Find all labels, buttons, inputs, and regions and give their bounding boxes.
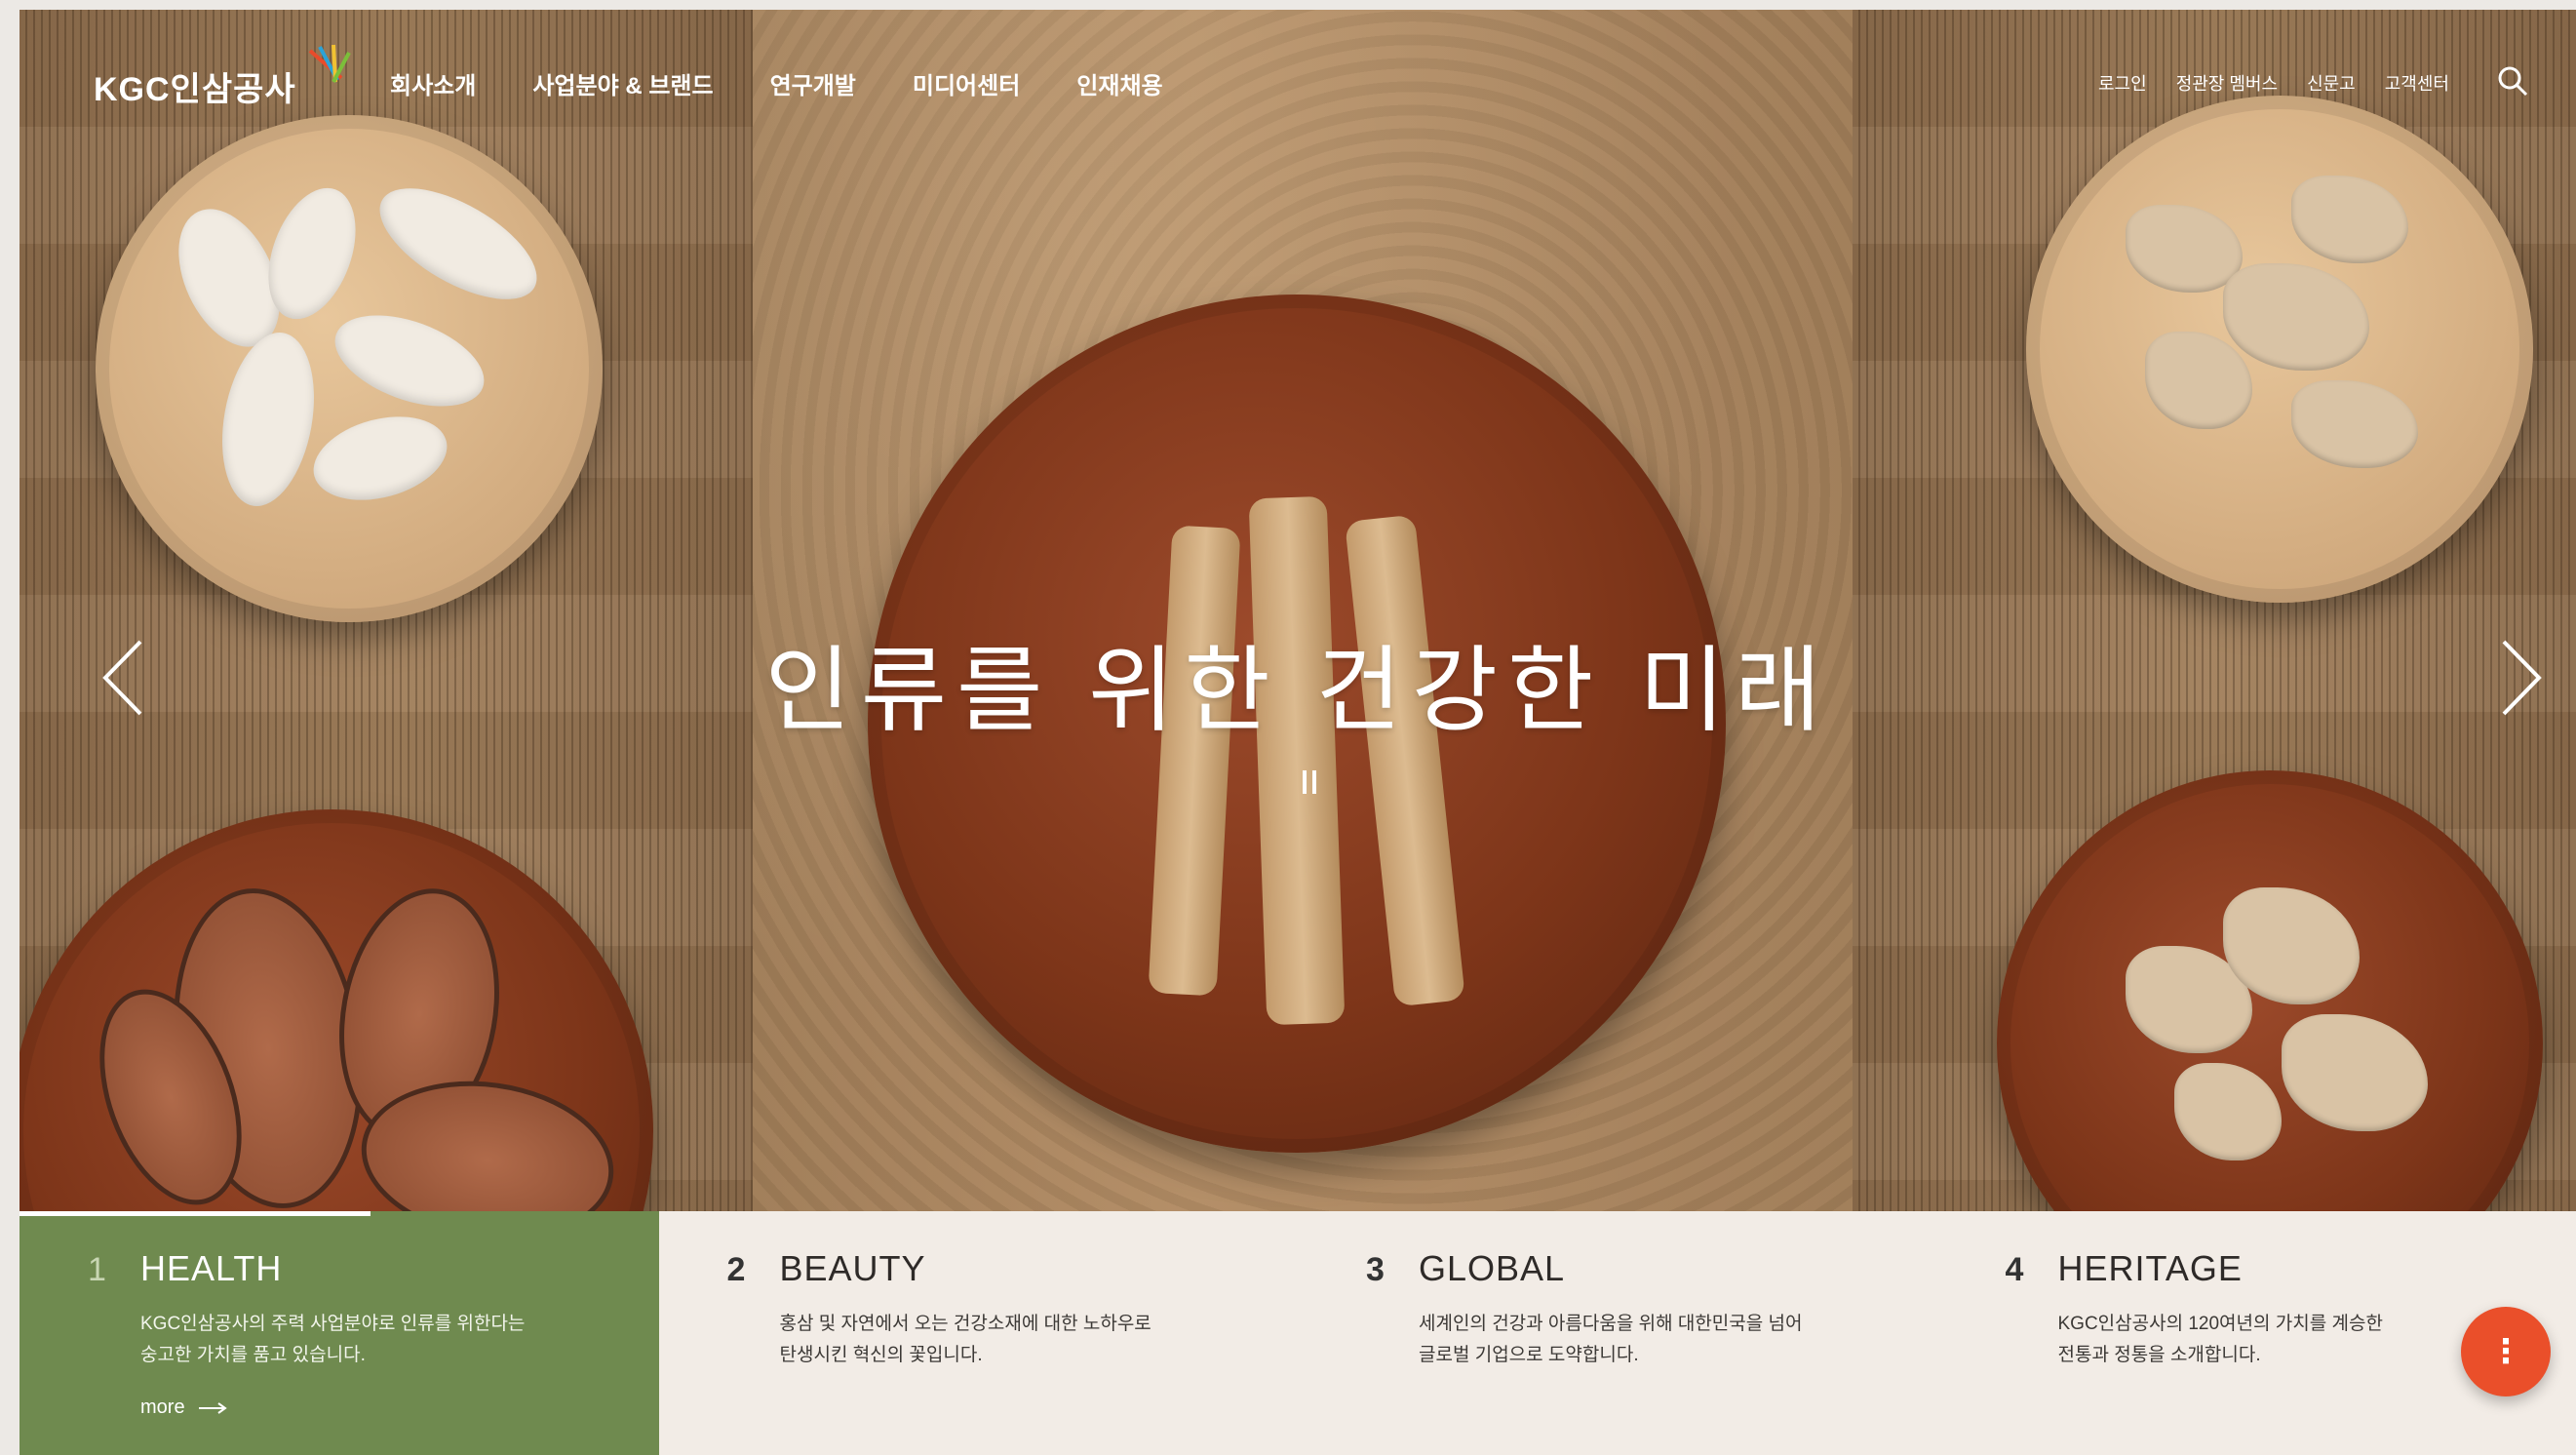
nav-business-brand[interactable]: 사업분야 & 브랜드 bbox=[532, 66, 713, 100]
card-number: 3 bbox=[1366, 1251, 1385, 1288]
desc-line: 숭고한 가치를 품고 있습니다. bbox=[140, 1345, 366, 1365]
card-title: GLOBAL bbox=[1419, 1248, 1566, 1288]
logo-text: KGC인삼공사 bbox=[94, 70, 296, 108]
card-number: 2 bbox=[726, 1251, 746, 1288]
nav-rnd[interactable]: 연구개발 bbox=[770, 66, 856, 100]
desc-line: 홍삼 및 자연에서 오는 건강소재에 대한 노하우로 bbox=[779, 1314, 1151, 1334]
util-customer-center[interactable]: 고객센터 bbox=[2385, 70, 2449, 96]
desc-line: KGC인삼공사의 주력 사업분야로 인류를 위한다는 bbox=[140, 1314, 526, 1334]
more-link[interactable]: more bbox=[140, 1396, 228, 1419]
slide-progress-bar bbox=[20, 1211, 371, 1216]
more-menu-button[interactable]: ⋮ bbox=[2461, 1307, 2551, 1396]
chevron-right-icon[interactable] bbox=[2490, 634, 2549, 722]
desc-line: 탄생시킨 혁신의 꽃입니다. bbox=[779, 1345, 983, 1365]
arrow-right-icon bbox=[198, 1401, 227, 1414]
desc-line: 글로벌 기업으로 도약합니다. bbox=[1419, 1345, 1639, 1365]
search-icon[interactable] bbox=[2496, 64, 2529, 98]
card-health[interactable]: 1 HEALTH KGC인삼공사의 주력 사업분야로 인류를 위한다는 숭고한 … bbox=[20, 1211, 659, 1455]
card-global[interactable]: 3 GLOBAL 세계인의 건강과 아름다움을 위해 대한민국을 넘어 글로벌 … bbox=[1298, 1211, 1937, 1455]
card-number: 4 bbox=[2005, 1251, 2024, 1288]
nav-recruit[interactable]: 인재채용 bbox=[1076, 66, 1162, 100]
util-members[interactable]: 정관장 멤버스 bbox=[2176, 70, 2278, 96]
desc-line: KGC인삼공사의 120여년의 가치를 계승한 bbox=[2057, 1314, 2383, 1334]
card-title: HERITAGE bbox=[2057, 1248, 2243, 1288]
util-sinmungo[interactable]: 신문고 bbox=[2307, 70, 2356, 96]
logo-mark-icon bbox=[308, 44, 351, 83]
hero-title: 인류를 위한 건강한 미래 bbox=[764, 639, 1831, 743]
desc-line: 전통과 정통을 소개합니다. bbox=[2057, 1345, 2261, 1365]
site-header: KGC인삼공사 회사소개 사업분야 & 브랜드 연구개발 미디어센터 인재채용 … bbox=[20, 10, 2576, 166]
main-nav: 회사소개 사업분야 & 브랜드 연구개발 미디어센터 인재채용 bbox=[390, 66, 1163, 100]
nav-media[interactable]: 미디어센터 bbox=[913, 66, 1020, 100]
card-beauty[interactable]: 2 BEAUTY 홍삼 및 자연에서 오는 건강소재에 대한 노하우로 탄생시킨… bbox=[658, 1211, 1298, 1455]
card-description: 세계인의 건강과 아름다움을 위해 대한민국을 넘어 글로벌 기업으로 도약합니… bbox=[1419, 1309, 1877, 1371]
card-title: HEALTH bbox=[140, 1248, 283, 1288]
card-description: KGC인삼공사의 120여년의 가치를 계승한 전통과 정통을 소개합니다. bbox=[2058, 1309, 2517, 1371]
chevron-left-icon[interactable] bbox=[96, 634, 154, 722]
util-login[interactable]: 로그인 bbox=[2098, 70, 2147, 96]
card-description: 홍삼 및 자연에서 오는 건강소재에 대한 노하우로 탄생시킨 혁신의 꽃입니다… bbox=[780, 1309, 1238, 1371]
card-description: KGC인삼공사의 주력 사업분야로 인류를 위한다는 숭고한 가치를 품고 있습… bbox=[140, 1309, 599, 1371]
utility-nav: 로그인 정관장 멤버스 신문고 고객센터 bbox=[2098, 70, 2449, 96]
more-label: more bbox=[140, 1396, 185, 1418]
kebab-icon: ⋮ bbox=[2489, 1333, 2522, 1370]
card-number: 1 bbox=[88, 1251, 106, 1288]
business-cards: 1 HEALTH KGC인삼공사의 주력 사업분야로 인류를 위한다는 숭고한 … bbox=[20, 1211, 2576, 1455]
nav-company[interactable]: 회사소개 bbox=[390, 66, 476, 100]
kgc-logo[interactable]: KGC인삼공사 bbox=[94, 44, 359, 115]
hero-stage: KGC인삼공사 회사소개 사업분야 & 브랜드 연구개발 미디어센터 인재채용 … bbox=[20, 10, 2576, 1455]
desc-line: 세계인의 건강과 아름다움을 위해 대한민국을 넘어 bbox=[1419, 1314, 1803, 1334]
pause-icon[interactable] bbox=[1303, 770, 1318, 794]
card-title: BEAUTY bbox=[779, 1248, 926, 1288]
